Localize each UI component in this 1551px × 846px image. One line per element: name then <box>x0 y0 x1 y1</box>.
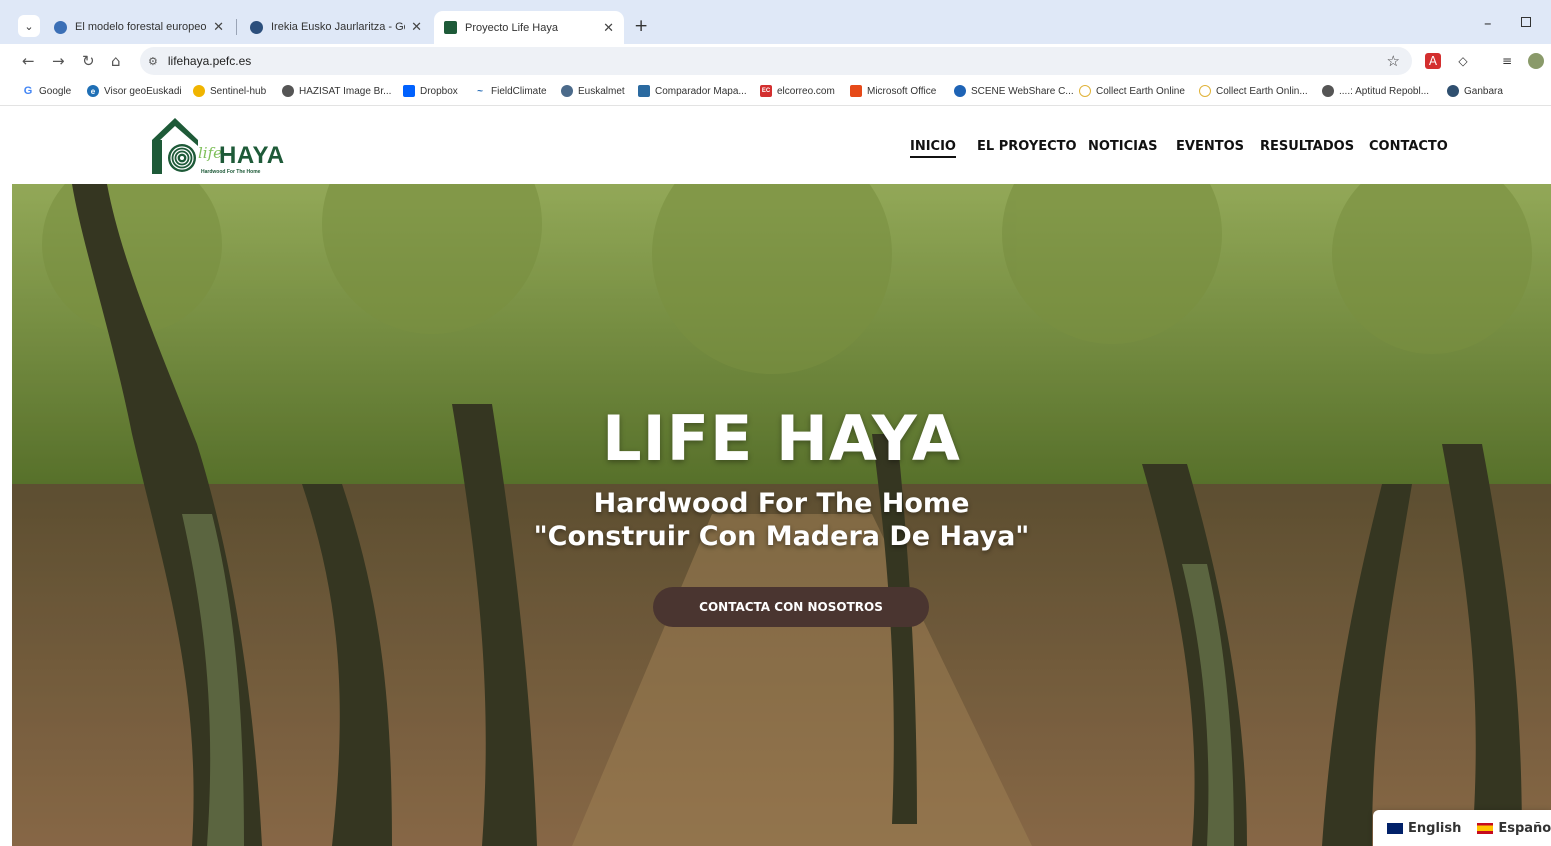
browser-tab-bar: ⌄ El modelo forestal europeo, a ✕ Irekia… <box>0 0 1551 44</box>
hero-title: LIFE HAYA <box>602 402 961 475</box>
fieldclimate-icon: ~ <box>474 85 486 97</box>
reading-list-icon[interactable]: ≡ <box>1499 53 1515 69</box>
tab-modelo-forestal[interactable]: El modelo forestal europeo, a ✕ <box>44 12 234 42</box>
sentinel-icon <box>193 85 205 97</box>
browser-toolbar: ← → ↻ ⌂ ⚙ lifehaya.pefc.es ☆ A ◇ ≡ <box>0 44 1551 78</box>
spain-flag-icon <box>1477 822 1494 834</box>
minimize-icon[interactable]: – <box>1484 14 1492 32</box>
site-info-tune-icon[interactable]: ⚙ <box>148 55 158 68</box>
map-icon <box>638 85 650 97</box>
bookmark-collect-earth-1[interactable]: Collect Earth Online <box>1079 85 1185 97</box>
scene-icon <box>954 85 966 97</box>
nav-eventos[interactable]: EVENTOS <box>1176 139 1244 154</box>
profile-avatar-icon[interactable] <box>1528 53 1544 69</box>
collect-earth-icon <box>1079 85 1091 97</box>
nav-el-proyecto[interactable]: EL PROYECTO <box>977 139 1077 154</box>
contact-us-button[interactable]: CONTACTA CON NOSOTROS <box>653 587 929 627</box>
bookmark-hazisat[interactable]: HAZISAT Image Br... <box>282 85 391 97</box>
bookmark-euskalmet[interactable]: Euskalmet <box>561 85 625 97</box>
bookmark-scene-webshare[interactable]: SCENE WebShare C... <box>954 85 1074 97</box>
google-icon: G <box>22 85 34 97</box>
close-icon[interactable]: ✕ <box>603 20 614 36</box>
language-espanol[interactable]: Español <box>1477 821 1551 836</box>
bookmark-comparador-mapas[interactable]: Comparador Mapa... <box>638 85 747 97</box>
url-text[interactable]: lifehaya.pefc.es <box>168 54 251 68</box>
collect-earth-icon <box>1199 85 1211 97</box>
home-icon[interactable]: ⌂ <box>111 52 121 70</box>
bookmarks-bar: G Google e Visor geoEuskadi Sentinel-hub H… <box>0 78 1551 106</box>
tab-irekia[interactable]: Irekia Eusko Jaurlaritza - Gobie ✕ <box>240 12 432 42</box>
reload-icon[interactable]: ↻ <box>82 52 95 70</box>
bookmark-sentinel-hub[interactable]: Sentinel-hub <box>193 85 266 97</box>
globe-icon <box>54 20 67 34</box>
logo-tagline: Hardwood For The Home <box>201 169 261 175</box>
tab-search-chevron-icon[interactable]: ⌄ <box>18 15 40 37</box>
nav-resultados[interactable]: RESULTADOS <box>1260 139 1354 154</box>
bookmark-ganbara[interactable]: Ganbara <box>1447 85 1503 97</box>
tab-separator <box>236 19 237 35</box>
irekia-favicon-icon <box>250 20 263 34</box>
hero-subtitle-line2: "Construir Con Madera De Haya" <box>533 521 1030 552</box>
uk-flag-icon <box>1387 822 1403 834</box>
elcorreo-icon: EC <box>760 85 772 97</box>
office-icon <box>850 85 862 97</box>
forward-arrow-icon[interactable]: → <box>52 52 65 70</box>
nav-inicio[interactable]: INICIO <box>910 139 956 158</box>
dropbox-icon <box>403 85 415 97</box>
close-icon[interactable]: ✕ <box>213 19 224 35</box>
bookmark-aptitud-repoblacion[interactable]: ....: Aptitud Repobl... <box>1322 85 1429 97</box>
pdf-extension-icon[interactable]: A <box>1425 53 1441 69</box>
bookmark-fieldclimate[interactable]: ~ FieldClimate <box>474 85 547 97</box>
bookmark-dropbox[interactable]: Dropbox <box>403 85 458 97</box>
hero-subtitle-line1: Hardwood For The Home <box>593 488 970 519</box>
nav-noticias[interactable]: NOTICIAS <box>1088 139 1157 154</box>
close-icon[interactable]: ✕ <box>411 19 422 35</box>
life-haya-favicon-icon <box>444 21 457 34</box>
restore-window-icon[interactable] <box>1521 17 1531 27</box>
bookmark-star-icon[interactable]: ☆ <box>1387 52 1400 70</box>
main-navigation: INICIO EL PROYECTO NOTICIAS EVENTOS RESU… <box>0 139 1551 159</box>
euskalmet-icon <box>561 85 573 97</box>
bookmark-google[interactable]: G Google <box>22 85 71 97</box>
hero-banner: LIFE HAYA Hardwood For The Home "Constru… <box>12 184 1551 846</box>
address-bar[interactable]: ⚙ lifehaya.pefc.es ☆ <box>140 47 1412 75</box>
language-switcher: English Español <box>1373 810 1551 846</box>
new-tab-plus-icon[interactable]: + <box>634 16 648 36</box>
bookmark-microsoft-office[interactable]: Microsoft Office <box>850 85 936 97</box>
back-arrow-icon[interactable]: ← <box>22 52 35 70</box>
ganbara-icon <box>1447 85 1459 97</box>
bookmark-collect-earth-2[interactable]: Collect Earth Onlin... <box>1199 85 1308 97</box>
extensions-puzzle-icon[interactable]: ◇ <box>1455 53 1471 69</box>
bookmark-visor-geoeuskadi[interactable]: e Visor geoEuskadi <box>87 85 182 97</box>
nav-contacto[interactable]: CONTACTO <box>1369 139 1448 154</box>
tab-proyecto-life-haya[interactable]: Proyecto Life Haya ✕ <box>434 11 624 44</box>
bookmark-elcorreo[interactable]: EC elcorreo.com <box>760 85 835 97</box>
globe-icon <box>282 85 294 97</box>
globe-icon <box>1322 85 1334 97</box>
site-header: life HAYA Hardwood For The Home INICIO E… <box>0 106 1551 184</box>
edge-icon: e <box>87 85 99 97</box>
language-english[interactable]: English <box>1387 821 1461 836</box>
